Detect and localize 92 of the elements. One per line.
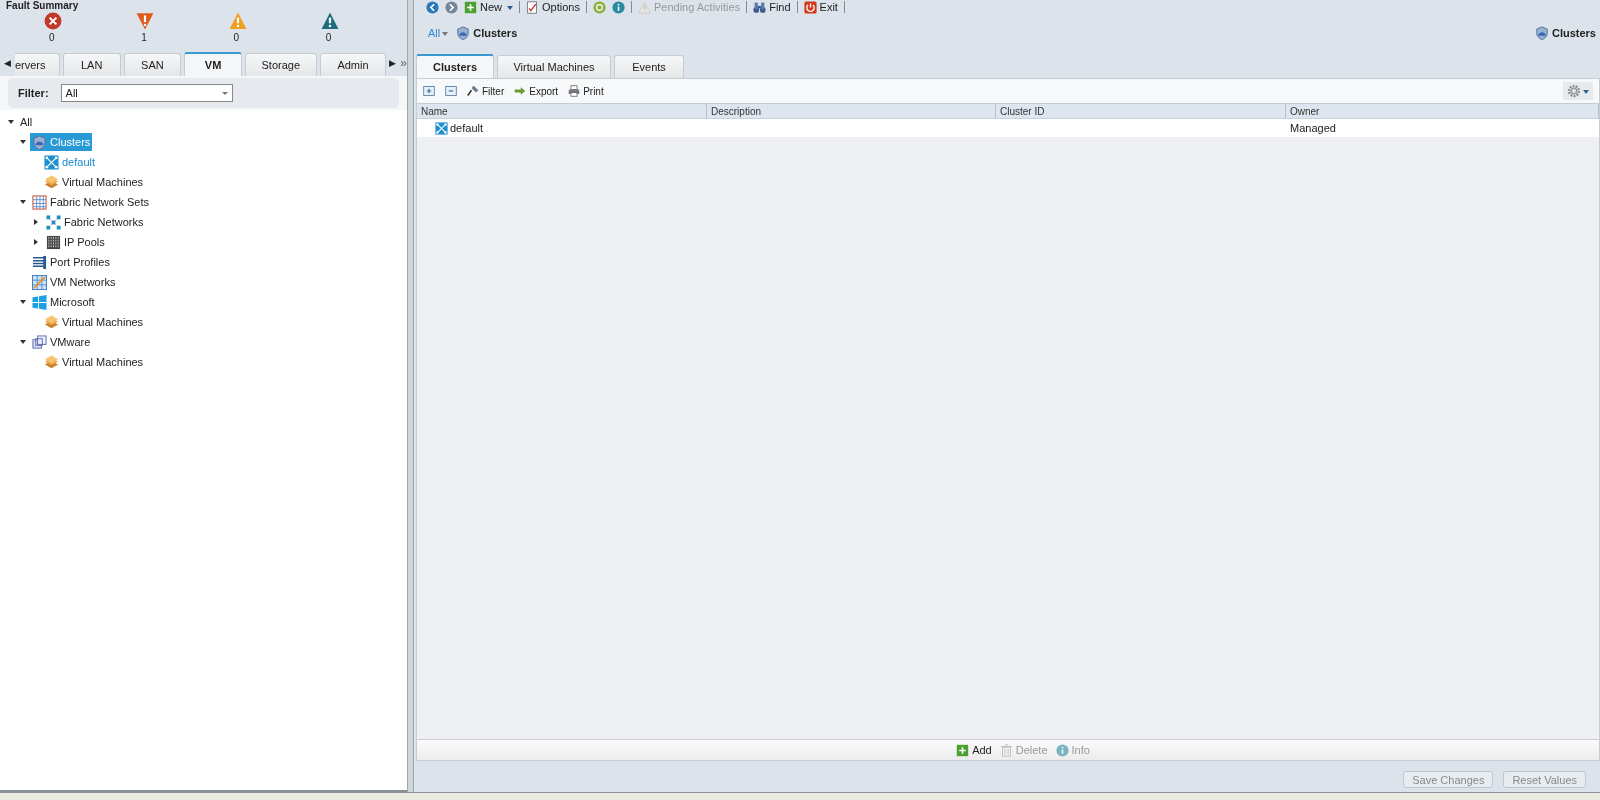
splitter-handle[interactable] — [407, 0, 414, 792]
error-icon — [44, 12, 62, 30]
toolbar-button[interactable]: Options — [526, 0, 580, 14]
tab[interactable]: LAN — [62, 53, 121, 76]
warning-icon — [228, 12, 247, 30]
add-button[interactable]: Add — [956, 743, 992, 757]
column-header[interactable]: Cluster ID — [996, 104, 1286, 118]
filter-dropdown[interactable]: All — [60, 84, 233, 102]
trash-icon — [999, 743, 1013, 757]
info-icon — [611, 0, 625, 14]
toolbar-button[interactable]: Find — [753, 0, 791, 14]
expander-toggle[interactable] — [34, 239, 38, 245]
settings-button[interactable] — [1563, 82, 1593, 100]
shield-icon — [32, 134, 47, 150]
fault-count: 1 — [141, 32, 147, 43]
info-icon — [1055, 743, 1069, 757]
column-header[interactable]: Name — [417, 104, 707, 118]
expander-toggle[interactable] — [20, 300, 26, 304]
settings-icon — [1567, 84, 1581, 98]
tab[interactable]: Admin — [319, 53, 387, 76]
tab[interactable]: SAN — [123, 53, 182, 76]
tree-item[interactable]: IP Pools — [44, 233, 107, 251]
more-tabs-button[interactable]: » — [400, 56, 407, 70]
panel-title: Fault Summary — [5, 0, 79, 12]
network-grid-icon — [32, 274, 47, 290]
arrow-icon — [514, 85, 527, 97]
plus-icon — [956, 743, 970, 757]
tree-item[interactable]: default — [42, 153, 98, 171]
info-button[interactable] — [611, 0, 625, 14]
tree-item[interactable]: VMware — [30, 333, 93, 351]
shield-icon — [1534, 26, 1549, 40]
tree-item[interactable]: Virtual Machines — [42, 173, 146, 191]
tree-item[interactable]: Fabric Network Sets — [30, 193, 152, 211]
table-cell-text: Managed — [1289, 121, 1337, 136]
filter-label: Filter: — [18, 87, 49, 99]
expander-toggle[interactable] — [20, 340, 26, 344]
stack-icon — [44, 314, 59, 330]
network-node-icon — [44, 154, 59, 170]
grid-icon — [32, 194, 47, 210]
tree-item[interactable]: Microsoft — [30, 293, 97, 311]
tree-item[interactable]: VM Networks — [30, 273, 118, 291]
expand-icon[interactable] — [423, 85, 435, 97]
tree-item[interactable]: Fabric Networks — [44, 213, 146, 231]
printer-icon — [568, 85, 581, 97]
page-title: Clusters — [1551, 27, 1596, 39]
back-button[interactable] — [426, 0, 439, 14]
tree-item[interactable]: Port Profiles — [30, 253, 112, 271]
binoculars-icon — [753, 0, 767, 14]
toolbar-button[interactable]: New — [464, 0, 513, 14]
tab[interactable]: Storage — [244, 53, 317, 76]
expander-toggle[interactable] — [8, 120, 14, 124]
export-button[interactable]: Export — [514, 85, 559, 97]
lines-icon — [32, 254, 47, 270]
windows-icon — [32, 294, 47, 310]
warning-icon — [637, 0, 651, 14]
checklist-icon — [526, 0, 539, 14]
pool-icon — [46, 234, 61, 250]
tab[interactable]: ervers — [14, 53, 60, 76]
plus-icon — [464, 0, 477, 14]
tree-item[interactable]: Virtual Machines — [42, 313, 146, 331]
tab[interactable]: VM — [184, 52, 242, 76]
expander-toggle[interactable] — [20, 200, 26, 204]
tab[interactable]: Clusters — [416, 54, 494, 78]
warning-icon — [320, 12, 339, 30]
column-header[interactable]: Owner — [1286, 104, 1599, 118]
tree-item[interactable]: Virtual Machines — [42, 353, 146, 371]
breadcrumb-item: Clusters — [473, 27, 518, 39]
forward-icon — [445, 0, 458, 14]
power-icon — [803, 0, 817, 14]
table-cell: default — [450, 122, 484, 134]
filter-button[interactable]: Filter — [467, 85, 505, 97]
print-button[interactable]: Print — [568, 85, 604, 97]
scroll-right-button[interactable]: ▶ — [389, 58, 398, 68]
boxes-icon — [32, 334, 47, 350]
stack-icon — [44, 354, 59, 370]
toolbar-button[interactable]: Exit — [803, 0, 838, 14]
fault-count: 0 — [325, 32, 332, 43]
shield-icon — [456, 26, 471, 40]
column-header[interactable]: Description — [707, 104, 996, 118]
expander-toggle[interactable] — [20, 140, 26, 144]
stack-icon — [44, 174, 59, 190]
fault-count: 0 — [49, 32, 55, 43]
tab[interactable]: Events — [614, 55, 684, 78]
major-fault-icon — [136, 12, 155, 30]
collapse-icon[interactable] — [445, 85, 457, 97]
tab[interactable]: Virtual Machines — [497, 55, 611, 78]
network-icon — [46, 214, 61, 230]
expander-toggle[interactable] — [34, 219, 38, 225]
tree-item[interactable]: All — [18, 113, 35, 131]
back-icon — [426, 0, 439, 14]
fault-count: 0 — [233, 32, 240, 43]
scroll-left-button[interactable]: ◀ — [4, 58, 12, 68]
